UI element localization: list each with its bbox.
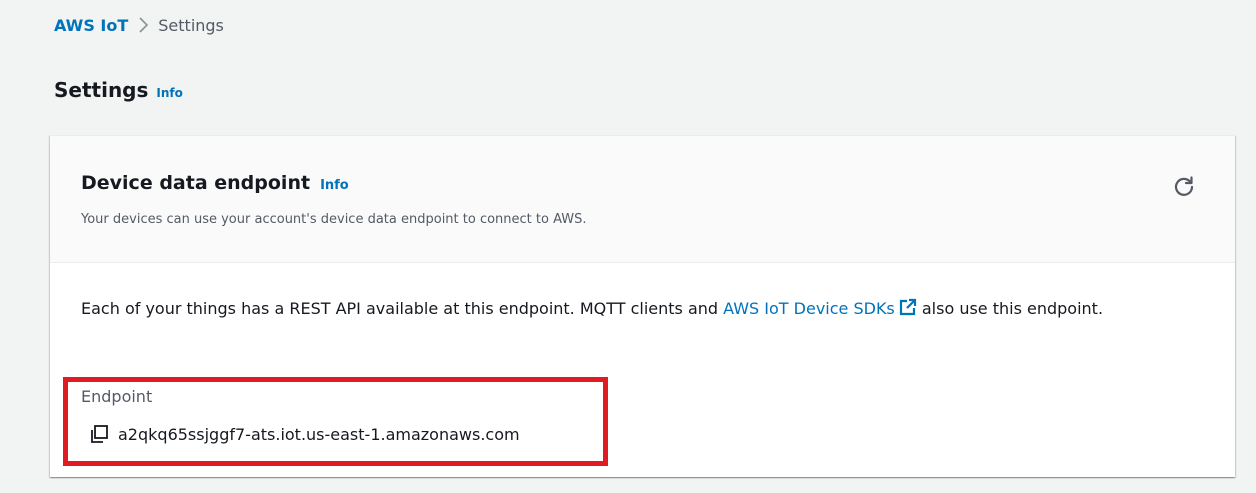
breadcrumb: AWS IoT Settings [54, 13, 224, 37]
page-header: Settings Info [54, 78, 183, 102]
copy-icon[interactable] [88, 423, 110, 445]
breadcrumb-aws-iot-link[interactable]: AWS IoT [54, 16, 128, 35]
card-info-link[interactable]: Info [320, 178, 349, 193]
endpoint-value: a2qkq65ssjggf7-ats.iot.us-east-1.amazona… [118, 424, 520, 444]
aws-iot-device-sdks-link-label: AWS IoT Device SDKs [723, 299, 895, 318]
body-text-before: Each of your things has a REST API avail… [81, 299, 724, 318]
card-header: Device data endpoint Info Your devices c… [50, 136, 1235, 263]
refresh-icon [1174, 176, 1194, 196]
device-data-endpoint-card: Device data endpoint Info Your devices c… [50, 135, 1235, 477]
chevron-right-icon [128, 13, 158, 37]
card-title-row: Device data endpoint Info [81, 172, 349, 194]
endpoint-description: Each of your things has a REST API avail… [81, 295, 1201, 323]
aws-iot-device-sdks-link[interactable]: AWS IoT Device SDKs [723, 298, 917, 318]
card-body: Each of your things has a REST API avail… [50, 263, 1235, 323]
card-title: Device data endpoint [81, 172, 311, 194]
page-title: Settings [54, 78, 149, 102]
external-link-icon [899, 298, 916, 316]
endpoint-row: a2qkq65ssjggf7-ats.iot.us-east-1.amazona… [88, 423, 520, 445]
body-text-after: also use this endpoint. [916, 299, 1104, 318]
endpoint-label: Endpoint [81, 387, 153, 406]
page-info-link[interactable]: Info [156, 86, 182, 100]
refresh-button[interactable] [1171, 174, 1197, 200]
breadcrumb-current: Settings [158, 15, 224, 35]
card-description: Your devices can use your account's devi… [81, 212, 587, 227]
